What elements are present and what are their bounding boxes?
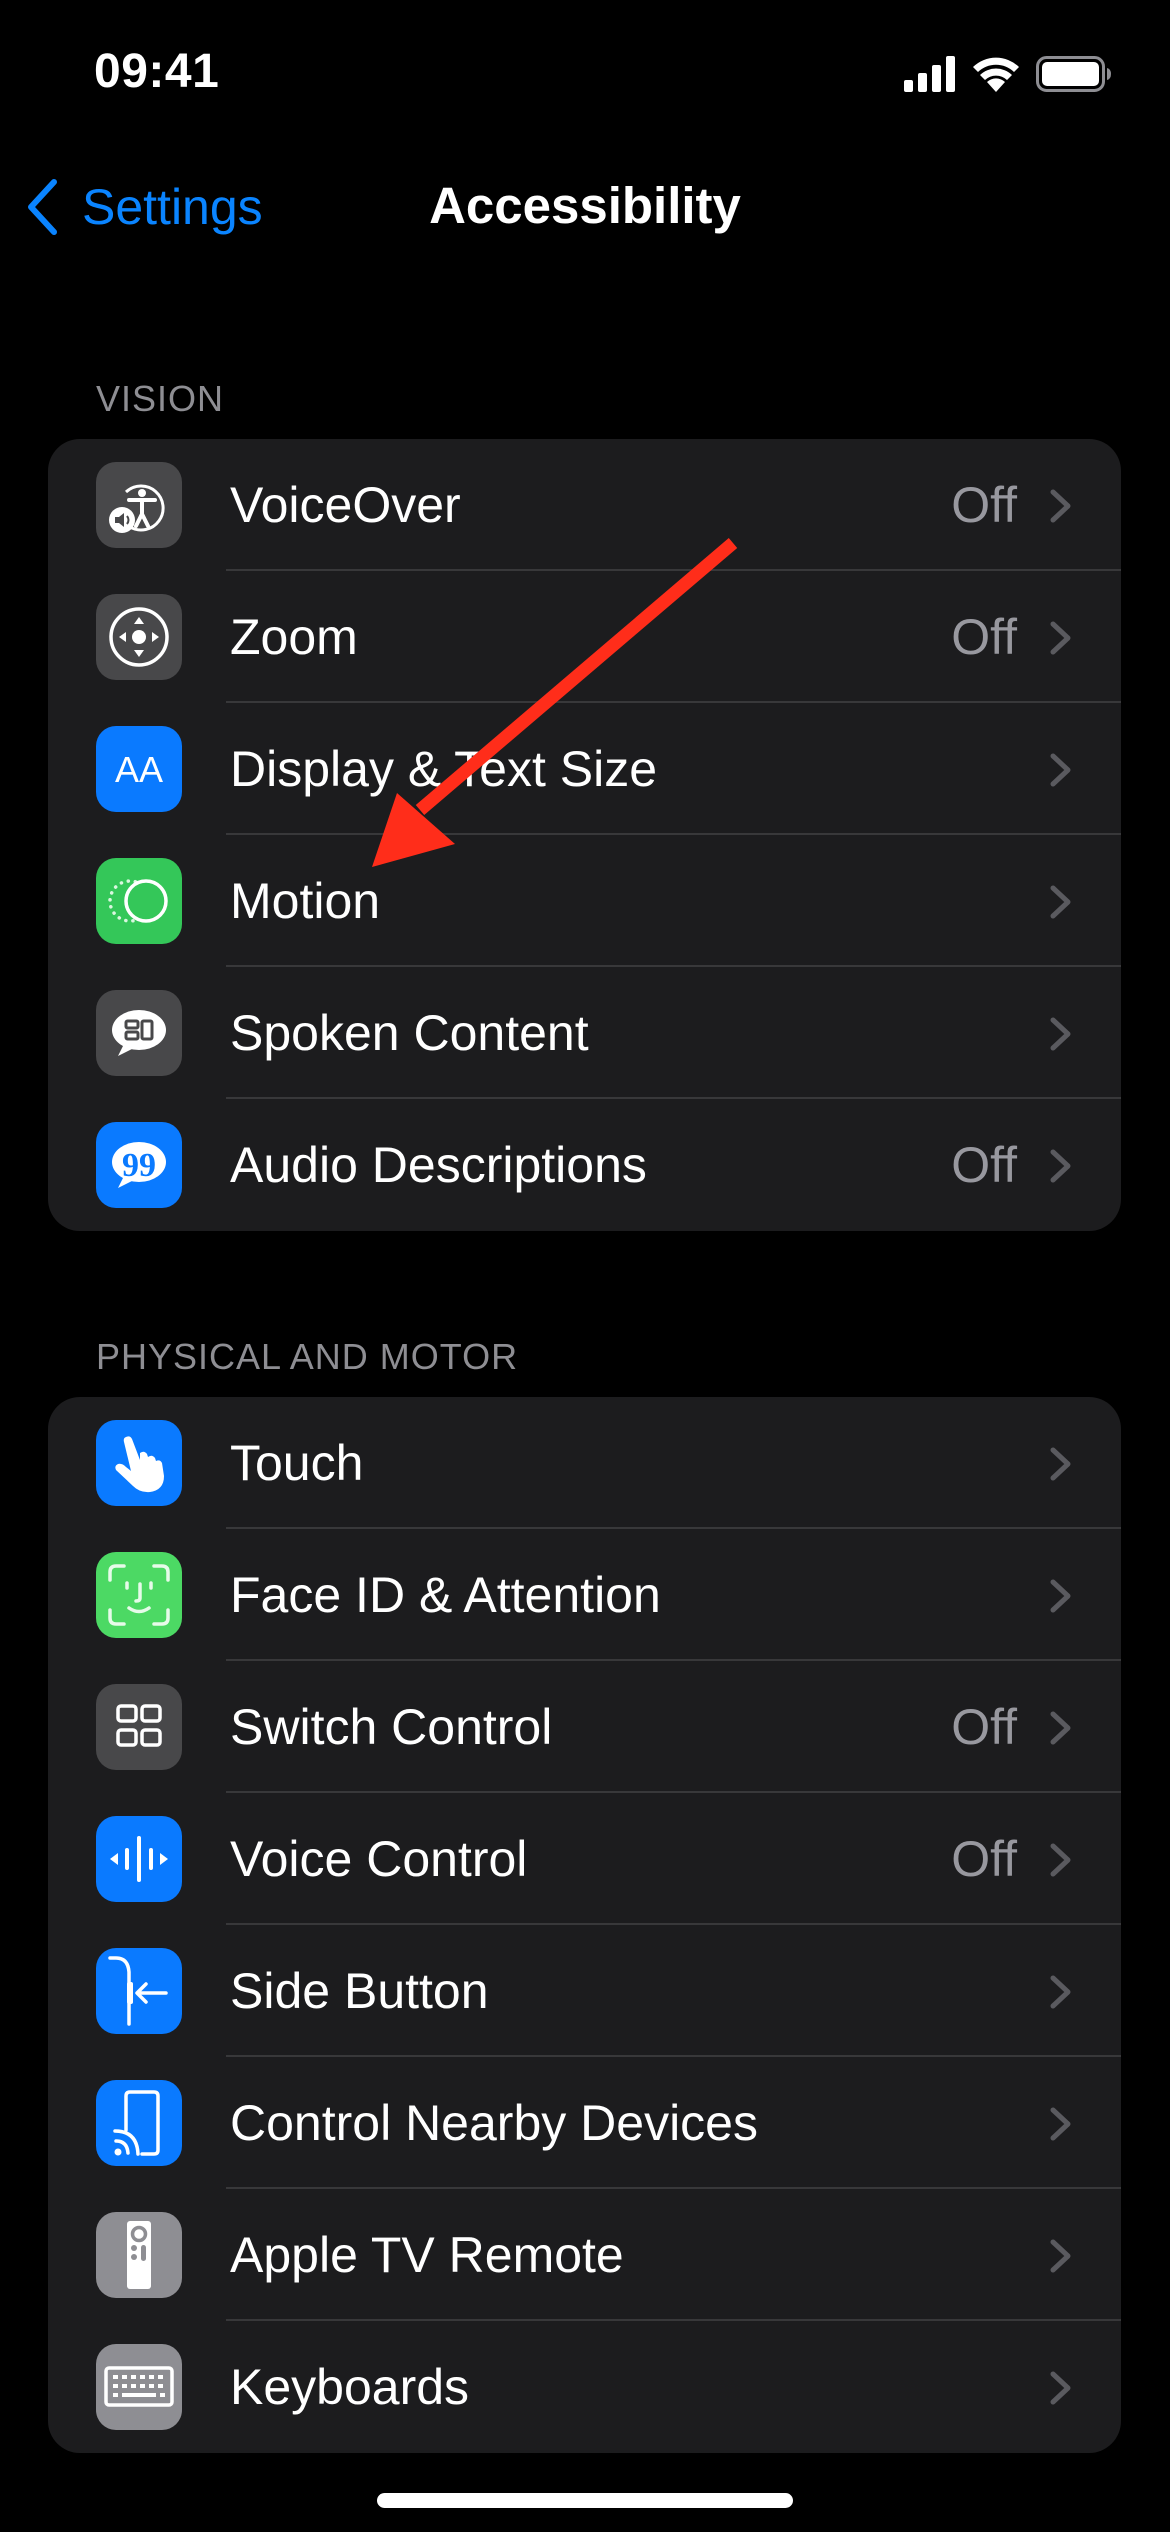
settings-row-voice-control[interactable]: Voice Control Off [48, 1793, 1121, 1925]
settings-row-face-id[interactable]: Face ID & Attention [48, 1529, 1121, 1661]
apple-tv-remote-icon [96, 2212, 182, 2298]
status-icons [904, 54, 1112, 94]
svg-text:99: 99 [122, 1147, 156, 1184]
chevron-right-icon [1050, 885, 1071, 919]
wifi-icon [973, 57, 1019, 92]
physical-motor-settings-group: Touch Face ID & Attention Switch Control… [48, 1397, 1121, 2453]
chevron-right-icon [1050, 2239, 1071, 2273]
chevron-right-icon [1050, 1843, 1071, 1877]
chevron-right-icon [1050, 621, 1071, 655]
voiceover-icon [96, 462, 182, 548]
audio-descriptions-icon: 99 [96, 1122, 182, 1208]
text-size-icon: AA [96, 726, 182, 812]
chevron-right-icon [1050, 753, 1071, 787]
row-label: VoiceOver [230, 477, 461, 533]
row-label: Audio Descriptions [230, 1137, 647, 1193]
touch-icon [96, 1420, 182, 1506]
settings-row-switch-control[interactable]: Switch Control Off [48, 1661, 1121, 1793]
voice-control-icon [96, 1816, 182, 1902]
settings-row-control-nearby-devices[interactable]: Control Nearby Devices [48, 2057, 1121, 2189]
row-label: Control Nearby Devices [230, 2095, 758, 2151]
page-title: Accessibility [429, 177, 741, 234]
face-id-icon [96, 1552, 182, 1638]
side-button-icon [96, 1948, 182, 2034]
battery-icon [1036, 56, 1111, 92]
chevron-right-icon [1050, 1149, 1071, 1183]
zoom-icon [96, 594, 182, 680]
chevron-right-icon [1050, 1579, 1071, 1613]
row-label: Face ID & Attention [230, 1567, 661, 1623]
row-label: Apple TV Remote [230, 2227, 624, 2283]
settings-row-voiceover[interactable]: VoiceOver Off [48, 439, 1121, 571]
control-nearby-devices-icon [96, 2080, 182, 2166]
section-header-vision: VISION [96, 378, 225, 419]
row-value: Off [951, 1137, 1017, 1193]
settings-row-side-button[interactable]: Side Button [48, 1925, 1121, 2057]
cellular-signal-icon [904, 56, 955, 92]
status-time: 09:41 [94, 45, 220, 98]
chevron-right-icon [1050, 1447, 1071, 1481]
settings-row-spoken-content[interactable]: Spoken Content [48, 967, 1121, 1099]
row-label: Spoken Content [230, 1005, 589, 1061]
settings-row-touch[interactable]: Touch [48, 1397, 1121, 1529]
settings-row-keyboards[interactable]: Keyboards [48, 2321, 1121, 2453]
row-label: Switch Control [230, 1699, 553, 1755]
settings-row-zoom[interactable]: Zoom Off [48, 571, 1121, 703]
svg-text:AA: AA [115, 749, 163, 790]
home-indicator[interactable] [377, 2493, 793, 2508]
chevron-right-icon [1050, 1975, 1071, 2009]
row-label: Keyboards [230, 2359, 470, 2415]
settings-row-audio-descriptions[interactable]: 99 Audio Descriptions Off [48, 1099, 1121, 1231]
row-label: Motion [230, 873, 381, 929]
row-label: Display & Text Size [230, 741, 658, 797]
chevron-right-icon [1050, 2107, 1071, 2141]
spoken-content-icon [96, 990, 182, 1076]
row-value: Off [951, 477, 1017, 533]
section-header-physical-motor: PHYSICAL AND MOTOR [96, 1336, 519, 1377]
row-value: Off [951, 609, 1017, 665]
chevron-right-icon [1050, 1017, 1071, 1051]
row-label: Touch [230, 1435, 364, 1491]
vision-settings-group: VoiceOver Off Zoom Off AA Display & Text… [48, 439, 1121, 1231]
chevron-right-icon [1050, 1711, 1071, 1745]
chevron-right-icon [1050, 489, 1071, 523]
settings-row-apple-tv-remote[interactable]: Apple TV Remote [48, 2189, 1121, 2321]
row-label: Zoom [230, 609, 358, 665]
row-value: Off [951, 1831, 1017, 1887]
row-label: Voice Control [230, 1831, 528, 1887]
switch-control-icon [96, 1684, 182, 1770]
settings-row-display-text-size[interactable]: AA Display & Text Size [48, 703, 1121, 835]
row-value: Off [951, 1699, 1017, 1755]
row-label: Side Button [230, 1963, 489, 2019]
motion-icon [96, 858, 182, 944]
keyboard-icon [96, 2344, 182, 2430]
chevron-right-icon [1050, 2371, 1071, 2405]
settings-row-motion[interactable]: Motion [48, 835, 1121, 967]
